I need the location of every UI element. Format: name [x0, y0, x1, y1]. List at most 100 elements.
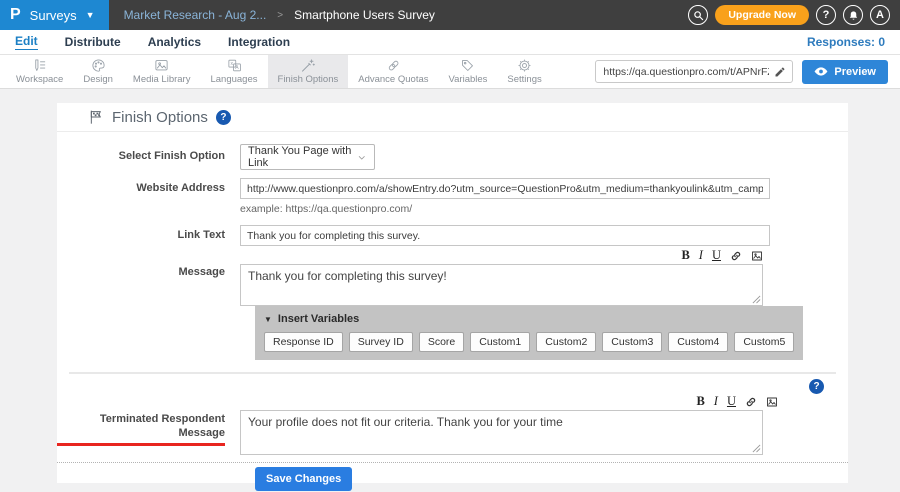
message-richtext-toolbar: B I U [240, 249, 763, 262]
toolbar-item-languages[interactable]: x A Languages [200, 55, 267, 88]
var-custom2-button[interactable]: Custom2 [536, 332, 596, 352]
link-text-label: Link Text [57, 229, 240, 243]
bell-icon [848, 10, 859, 21]
toolbar-item-settings[interactable]: Settings [497, 55, 551, 88]
surveys-menu[interactable]: P Surveys ▼ [0, 0, 109, 30]
resize-handle[interactable] [752, 295, 761, 304]
search-button[interactable] [688, 5, 708, 25]
terminated-help-icon[interactable]: ? [809, 379, 824, 394]
chevron-down-icon: ▼ [86, 10, 95, 20]
notifications-button[interactable] [843, 5, 863, 25]
preview-button[interactable]: Preview [802, 60, 888, 84]
var-survey-id-button[interactable]: Survey ID [349, 332, 413, 352]
italic-button[interactable]: I [699, 249, 703, 262]
dotted-divider [57, 462, 848, 463]
message-row: Message B I U Thank you for co [57, 249, 848, 306]
eye-icon [814, 66, 828, 77]
card-header: Finish Options ? [57, 103, 848, 132]
svg-text:x: x [230, 61, 233, 67]
workspace-icon [31, 58, 48, 73]
finish-option-select[interactable]: Thank You Page with Link [240, 144, 375, 170]
select-finish-row: Select Finish Option Thank You Page with… [57, 144, 848, 170]
pencil-icon [774, 66, 786, 78]
toolbar-item-variables[interactable]: Variables [439, 55, 498, 88]
link-text-input[interactable] [240, 225, 770, 246]
toolbar-item-advance-quotas[interactable]: Advance Quotas [348, 55, 438, 88]
settings-gear-icon [516, 58, 533, 73]
search-icon [693, 10, 704, 21]
breadcrumb-separator-icon: > [277, 10, 283, 21]
survey-url-input[interactable] [596, 66, 772, 78]
website-hint-row: example: https://qa.questionpro.com/ [57, 203, 848, 215]
tab-integration[interactable]: Integration [228, 35, 290, 49]
toolbar-item-workspace[interactable]: Workspace [6, 55, 73, 88]
var-custom4-button[interactable]: Custom4 [668, 332, 728, 352]
avatar[interactable]: A [870, 5, 890, 25]
message-textarea[interactable]: Thank you for completing this survey! [240, 264, 763, 306]
var-custom1-button[interactable]: Custom1 [470, 332, 530, 352]
breadcrumb-survey-name[interactable]: Smartphone Users Survey [294, 8, 435, 22]
underline-button[interactable]: U [727, 395, 736, 408]
toolbar-item-label: Workspace [16, 74, 63, 85]
tab-edit[interactable]: Edit [15, 34, 38, 50]
website-address-hint: example: https://qa.questionpro.com/ [240, 203, 412, 215]
preview-label: Preview [834, 66, 876, 78]
insert-image-button[interactable] [766, 396, 778, 408]
edit-url-button[interactable] [772, 66, 792, 78]
toolbar-item-media-library[interactable]: Media Library [123, 55, 201, 88]
tab-analytics[interactable]: Analytics [148, 35, 201, 49]
website-address-label: Website Address [57, 182, 240, 196]
website-address-row: Website Address [57, 178, 848, 199]
edit-toolbar: Workspace Design Media Library x A Langu… [0, 55, 900, 89]
languages-icon: x A [226, 58, 243, 73]
insert-variables-panel: ▼ Insert Variables Response ID Survey ID… [255, 306, 803, 360]
breadcrumb-folder[interactable]: Market Research - Aug 2... [124, 8, 267, 22]
finish-options-card: Finish Options ? Select Finish Option Th… [57, 103, 848, 483]
toolbar-item-design[interactable]: Design [73, 55, 123, 88]
design-palette-icon [90, 58, 107, 73]
website-address-input[interactable] [240, 178, 770, 199]
insert-variables-buttons: Response ID Survey ID Score Custom1 Cust… [264, 332, 794, 352]
page-background: Finish Options ? Select Finish Option Th… [0, 89, 900, 483]
var-response-id-button[interactable]: Response ID [264, 332, 343, 352]
advance-quotas-chain-icon [385, 58, 402, 73]
italic-button[interactable]: I [714, 395, 718, 408]
toolbar-item-label: Finish Options [278, 74, 339, 85]
var-score-button[interactable]: Score [419, 332, 464, 352]
chevron-down-icon [357, 152, 367, 163]
select-finish-label: Select Finish Option [57, 150, 240, 164]
finish-options-help-icon[interactable]: ? [216, 110, 231, 125]
toolbar-item-finish-options[interactable]: Finish Options [268, 55, 349, 88]
media-library-icon [153, 58, 170, 73]
questionpro-logo-icon: P [10, 6, 21, 24]
toolbar-item-label: Media Library [133, 74, 191, 85]
var-custom3-button[interactable]: Custom3 [602, 332, 662, 352]
var-custom5-button[interactable]: Custom5 [734, 332, 794, 352]
insert-variables-title: Insert Variables [278, 313, 359, 325]
help-button[interactable]: ? [816, 5, 836, 25]
insert-variables-toggle[interactable]: ▼ Insert Variables [264, 313, 794, 325]
terminated-message-textarea[interactable]: Your profile does not fit our criteria. … [240, 410, 763, 455]
link-button[interactable] [745, 396, 757, 408]
upgrade-now-button[interactable]: Upgrade Now [715, 5, 809, 25]
terminated-message-label: Terminated Respondent Message [57, 410, 240, 446]
link-button[interactable] [730, 250, 742, 262]
finish-flag-icon [88, 109, 104, 125]
section-tabs: Edit Distribute Analytics Integration Re… [0, 30, 900, 55]
responses-count[interactable]: Responses: 0 [807, 35, 885, 49]
terminated-richtext-toolbar: B I U [255, 395, 778, 408]
insert-image-button[interactable] [751, 250, 763, 262]
save-changes-button[interactable]: Save Changes [255, 467, 352, 491]
topbar-actions: Upgrade Now ? A [688, 0, 900, 30]
tab-distribute[interactable]: Distribute [65, 35, 121, 49]
survey-url-box [595, 60, 793, 83]
bold-button[interactable]: B [681, 249, 689, 262]
section-divider [69, 372, 836, 374]
toolbar-item-label: Languages [210, 74, 257, 85]
toolbar-item-label: Variables [449, 74, 488, 85]
underline-button[interactable]: U [712, 249, 721, 262]
finish-options-wand-icon [299, 58, 316, 73]
resize-handle[interactable] [752, 444, 761, 453]
bold-button[interactable]: B [696, 395, 704, 408]
terminated-message-row: Terminated Respondent Message Your profi… [57, 410, 848, 455]
